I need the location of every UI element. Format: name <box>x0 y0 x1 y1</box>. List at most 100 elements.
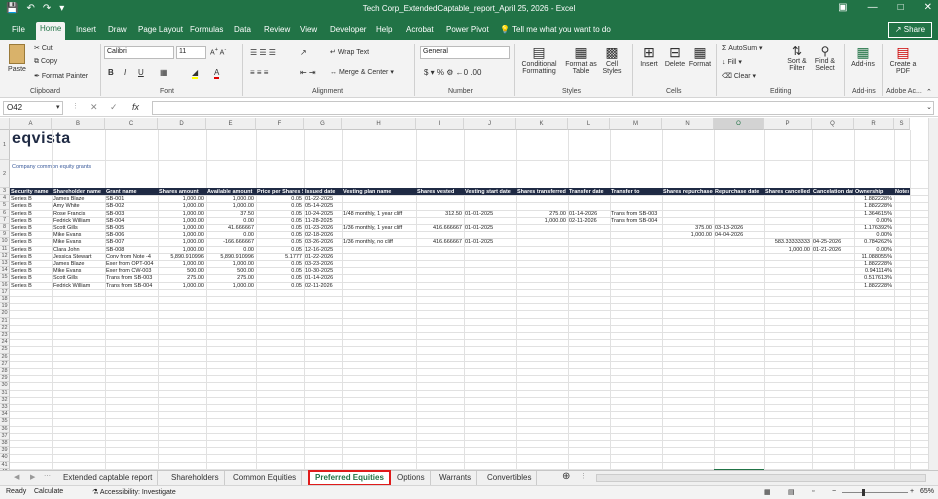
table-cell[interactable]: Trans from SB-004 <box>106 282 156 289</box>
table-cell[interactable]: 01-23-2026 <box>305 224 340 231</box>
merge-center-button[interactable]: ↔ Merge & Center ▾ <box>330 68 394 76</box>
bold-button[interactable]: B <box>108 68 114 77</box>
insert-cells-button[interactable]: ⊞ Insert <box>638 44 660 68</box>
tell-me-box[interactable]: 💡 Tell me what you want to do <box>500 25 611 34</box>
row-header[interactable]: 5 <box>0 202 10 210</box>
table-cell[interactable]: 0.00 <box>207 217 254 224</box>
table-cell[interactable]: SB-008 <box>106 246 156 253</box>
column-header[interactable]: S <box>894 118 910 130</box>
table-cell[interactable]: Trans from SB-003 <box>106 274 156 281</box>
column-header[interactable]: A <box>10 118 52 130</box>
font-name-select[interactable]: Calibri <box>104 46 174 59</box>
table-cell[interactable]: 02-18-2026 <box>305 231 340 238</box>
row-header[interactable]: 27 <box>0 360 10 368</box>
table-cell[interactable]: 1,000.00 <box>159 217 204 224</box>
zoom-in-icon[interactable]: + <box>910 488 914 495</box>
row-header[interactable]: 2 <box>0 160 10 188</box>
table-cell[interactable]: 04-25-2026 <box>813 238 852 245</box>
table-cell[interactable]: Series B <box>11 195 50 202</box>
tab-developer[interactable]: Developer <box>326 23 370 36</box>
table-cell[interactable]: 0.05 <box>257 202 302 209</box>
row-header[interactable]: 8 <box>0 224 10 232</box>
zoom-slider[interactable] <box>842 489 908 496</box>
row-header[interactable]: 37 <box>0 432 10 440</box>
column-title[interactable]: Transfer date <box>569 188 609 196</box>
table-cell[interactable]: Fedrick William <box>53 217 103 224</box>
ribbon-display-icon[interactable]: ▣ <box>838 2 847 13</box>
tab-formulas[interactable]: Formulas <box>186 23 227 36</box>
zoom-out-icon[interactable]: − <box>832 488 836 495</box>
table-cell[interactable]: 1.882228% <box>855 260 892 267</box>
row-header[interactable]: 3 <box>0 188 10 196</box>
format-as-table-button[interactable]: ▦ Format as Table <box>564 44 598 75</box>
row-header[interactable]: 25 <box>0 346 10 354</box>
column-header[interactable]: Q <box>812 118 854 130</box>
table-cell[interactable]: Series B <box>11 202 50 209</box>
row-header[interactable]: 16 <box>0 281 10 289</box>
table-cell[interactable]: 0.05 <box>257 267 302 274</box>
calculate-status[interactable]: Calculate <box>34 488 63 495</box>
row-header[interactable]: 41 <box>0 461 10 469</box>
table-cell[interactable]: SB-005 <box>106 224 156 231</box>
table-cell[interactable]: SB-001 <box>106 195 156 202</box>
column-header[interactable]: P <box>764 118 812 130</box>
table-cell[interactable]: 5.1777 <box>257 253 302 260</box>
table-cell[interactable]: 0.00 <box>207 246 254 253</box>
row-header[interactable]: 6 <box>0 209 10 217</box>
column-header[interactable]: C <box>105 118 158 130</box>
scroll-tabs-left-icon[interactable]: ◀ <box>14 473 19 481</box>
column-title[interactable]: Notes <box>895 188 909 196</box>
sheet-tab[interactable]: Convertibles <box>482 471 538 485</box>
paste-button[interactable]: Paste <box>6 44 28 73</box>
table-cell[interactable]: 02-11-2026 <box>569 217 608 224</box>
column-header[interactable]: J <box>464 118 516 130</box>
table-cell[interactable]: 01-22-2025 <box>305 195 340 202</box>
table-cell[interactable]: 0.00% <box>855 231 892 238</box>
restore-icon[interactable]: □ <box>898 2 904 13</box>
row-header[interactable]: 34 <box>0 411 10 419</box>
table-cell[interactable]: Series B <box>11 246 50 253</box>
table-cell[interactable]: 03-13-2026 <box>715 224 762 231</box>
font-size-buttons[interactable]: A+ A- <box>210 47 226 56</box>
row-header[interactable]: 4 <box>0 195 10 203</box>
conditional-formatting-button[interactable]: ▤ Conditional Formatting <box>518 44 560 75</box>
format-cells-button[interactable]: ▦ Format <box>688 44 712 68</box>
new-sheet-icon[interactable]: ⊕ <box>562 471 570 482</box>
table-cell[interactable]: Exer from OPT-004 <box>106 260 156 267</box>
table-cell[interactable]: 1,000.00 <box>159 282 204 289</box>
name-box-dropdown-icon[interactable]: ▾ <box>56 103 60 111</box>
format-painter-button[interactable]: ✒ Format Painter <box>34 72 88 80</box>
table-cell[interactable]: 02-11-2026 <box>305 282 340 289</box>
collapse-ribbon-icon[interactable]: ⌃ <box>926 88 932 96</box>
row-header[interactable]: 7 <box>0 216 10 224</box>
table-cell[interactable]: 0.05 <box>257 238 302 245</box>
table-cell[interactable]: Series B <box>11 224 50 231</box>
column-header[interactable]: L <box>568 118 610 130</box>
table-cell[interactable]: 5,890.910996 <box>207 253 254 260</box>
table-cell[interactable]: 1,000.00 <box>159 246 204 253</box>
table-cell[interactable]: 04-04-2026 <box>715 231 762 238</box>
sheet-tab[interactable]: Warrants <box>434 471 478 485</box>
row-header[interactable]: 12 <box>0 252 10 260</box>
tab-acrobat[interactable]: Acrobat <box>402 23 438 36</box>
table-cell[interactable]: 10-30-2025 <box>305 267 340 274</box>
sheet-tab[interactable]: Common Equities <box>228 471 303 485</box>
row-header[interactable]: 18 <box>0 296 10 304</box>
accessibility-status[interactable]: ⚗ Accessibility: Investigate <box>92 488 176 496</box>
table-cell[interactable]: 1,000.00 <box>159 231 204 238</box>
worksheet-grid[interactable]: eqvista Company common equity grants ABC… <box>0 118 938 470</box>
table-cell[interactable]: 01-14-2026 <box>305 274 340 281</box>
table-cell[interactable]: Series B <box>11 274 50 281</box>
column-header[interactable]: O <box>714 118 764 130</box>
table-cell[interactable]: 11-28-2025 <box>305 217 340 224</box>
table-cell[interactable]: Mike Evans <box>53 267 103 274</box>
page-break-view-icon[interactable]: ▫ <box>812 488 814 495</box>
table-cell[interactable]: 1.176392% <box>855 224 892 231</box>
zoom-level[interactable]: 65% <box>920 488 934 495</box>
horizontal-scrollbar[interactable] <box>596 474 926 482</box>
font-size-select[interactable]: 11 <box>176 46 206 59</box>
row-header[interactable]: 13 <box>0 260 10 268</box>
table-cell[interactable]: 0.517613% <box>855 274 892 281</box>
table-cell[interactable]: 1,000.00 <box>159 238 204 245</box>
table-cell[interactable]: James Blaze <box>53 195 103 202</box>
